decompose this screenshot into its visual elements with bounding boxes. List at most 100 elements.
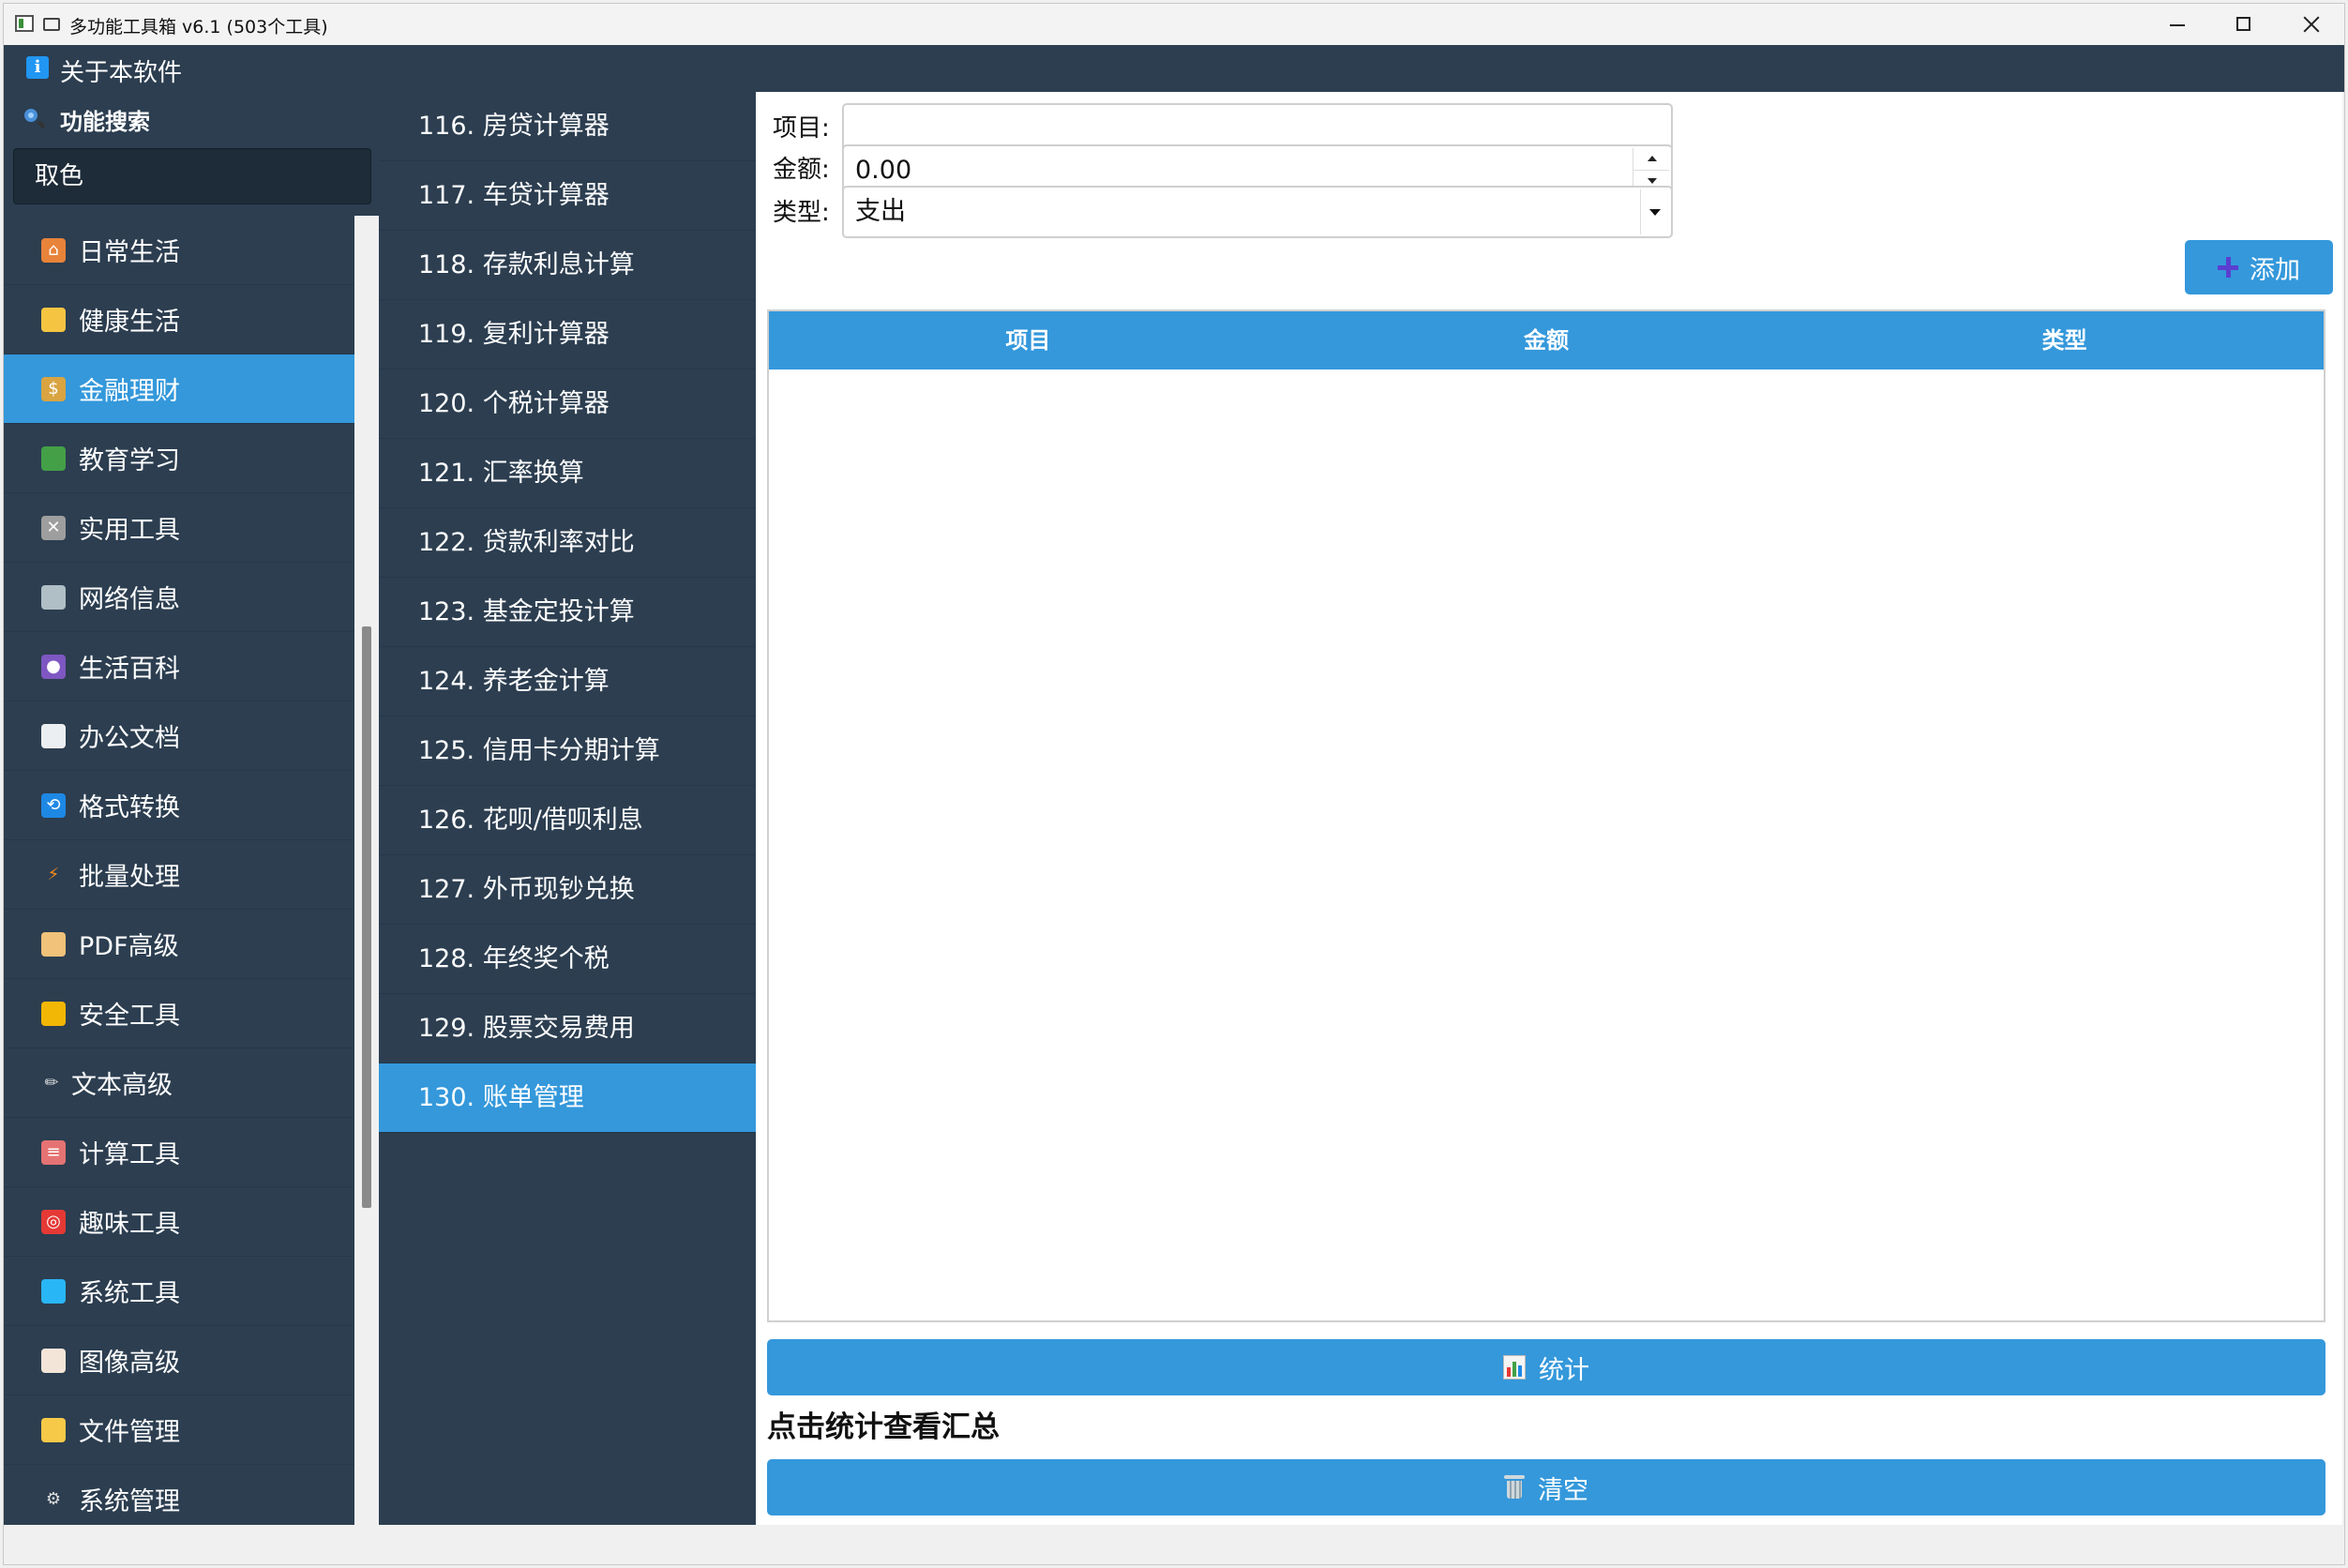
clear-button[interactable]: 清空 xyxy=(767,1459,2325,1515)
sidebar-item-label: 系统管理 xyxy=(79,1487,180,1516)
sidebar-item-2[interactable]: $ 金融理财 xyxy=(4,354,354,424)
sidebar-item-label: 教育学习 xyxy=(79,446,180,475)
summary-text: 点击统计查看汇总 xyxy=(767,1410,1000,1444)
sidebar-item-label: 趣味工具 xyxy=(79,1210,180,1239)
column-header[interactable]: 金额 xyxy=(1287,311,1806,369)
sidebar-item-11[interactable]: 安全工具 xyxy=(4,979,354,1048)
bill-manager-panel: 项目: 金额: 0.00 类型: 支出 添加 项目 金额 类型 统计 点击统计查… xyxy=(756,92,2342,1525)
books-icon xyxy=(41,445,66,471)
money-bag-icon: $ xyxy=(41,376,66,401)
minimize-button[interactable] xyxy=(2142,4,2209,45)
abacus-icon: ≡ xyxy=(41,1139,66,1165)
scrollbar-thumb[interactable] xyxy=(362,626,371,1208)
type-select[interactable]: 支出 xyxy=(842,186,1673,238)
magnifier-icon xyxy=(24,109,38,122)
sidebar-item-4[interactable]: ✕ 实用工具 xyxy=(4,493,354,563)
stats-button-label: 统计 xyxy=(1539,1355,1589,1385)
column-header[interactable]: 项目 xyxy=(769,311,1287,369)
sidebar-item-14[interactable]: ◎ 趣味工具 xyxy=(4,1187,354,1257)
tool-item[interactable]: 120. 个税计算器 xyxy=(379,369,756,439)
sidebar-item-label: 安全工具 xyxy=(79,1002,180,1031)
status-bar xyxy=(4,1525,2344,1564)
sidebar-item-label: 实用工具 xyxy=(79,516,180,545)
sidebar-item-label: 文本高级 xyxy=(71,1071,173,1100)
monitor-icon xyxy=(41,1278,66,1304)
type-value: 支出 xyxy=(855,197,906,226)
tool-item[interactable]: 127. 外币现钞兑换 xyxy=(379,855,756,925)
category-sidebar: 功能搜索 取色 ⌂ 日常生活健康生活 $ 金融理财教育学习 ✕ 实用工具 网络信息 ● 生活百科… xyxy=(4,92,379,1525)
chevron-down-icon[interactable] xyxy=(1640,189,1669,234)
about-menu-item[interactable]: 关于本软件 xyxy=(60,53,182,88)
close-button[interactable] xyxy=(2277,4,2344,45)
sidebar-item-label: 健康生活 xyxy=(79,308,180,337)
target-icon: ◎ xyxy=(41,1209,66,1234)
sidebar-item-13[interactable]: ≡ 计算工具 xyxy=(4,1118,354,1187)
title-bar: 多功能工具箱 v6.1 (503个工具) xyxy=(4,4,2344,46)
clipboard-icon xyxy=(41,931,66,957)
tool-list: 116. 房贷计算器 117. 车贷计算器 118. 存款利息计算 119. 复利计算… xyxy=(379,92,756,1525)
tool-item[interactable]: 126. 花呗/借呗利息 xyxy=(379,786,756,855)
bill-table[interactable]: 项目 金额 类型 xyxy=(767,309,2325,1322)
stats-button[interactable]: 统计 xyxy=(767,1339,2325,1395)
add-button-label: 添加 xyxy=(2250,255,2300,285)
tool-item[interactable]: 128. 年终奖个税 xyxy=(379,925,756,994)
sidebar-item-label: 生活百科 xyxy=(79,655,180,684)
item-label: 项目: xyxy=(773,114,830,143)
folder-icon xyxy=(41,1417,66,1442)
sidebar-item-7[interactable]: 办公文档 xyxy=(4,701,354,771)
document-icon xyxy=(41,723,66,748)
sidebar-item-15[interactable]: 系统工具 xyxy=(4,1257,354,1326)
tool-item[interactable]: 130. 账单管理 xyxy=(379,1063,756,1133)
sidebar-item-6[interactable]: ● 生活百科 xyxy=(4,632,354,701)
amount-value: 0.00 xyxy=(855,156,912,185)
tool-item[interactable]: 129. 股票交易费用 xyxy=(379,994,756,1063)
sidebar-item-1[interactable]: 健康生活 xyxy=(4,285,354,354)
category-scrollbar[interactable] xyxy=(354,216,379,1525)
app-icon xyxy=(15,15,34,32)
sidebar-item-16[interactable]: 图像高级 xyxy=(4,1326,354,1395)
tool-item[interactable]: 117. 车贷计算器 xyxy=(379,161,756,231)
tool-item[interactable]: 123. 基金定投计算 xyxy=(379,578,756,647)
sidebar-item-label: 日常生活 xyxy=(79,238,180,267)
tool-item[interactable]: 118. 存款利息计算 xyxy=(379,231,756,300)
sidebar-item-label: 办公文档 xyxy=(79,724,180,753)
bubble-icon: ● xyxy=(41,654,66,679)
search-label: 功能搜索 xyxy=(60,109,150,135)
lock-icon xyxy=(41,1001,66,1026)
tool-item[interactable]: 121. 汇率换算 xyxy=(379,439,756,508)
sidebar-item-label: PDF高级 xyxy=(79,932,179,961)
amount-label: 金额: xyxy=(773,156,830,184)
type-label: 类型: xyxy=(773,199,830,227)
column-header[interactable]: 类型 xyxy=(1805,311,2324,369)
stepper-up-icon[interactable] xyxy=(1648,156,1657,161)
palette-icon xyxy=(41,1348,66,1373)
toolbox-icon xyxy=(43,18,60,31)
tool-item[interactable]: 119. 复利计算器 xyxy=(379,300,756,369)
tool-item[interactable]: 116. 房贷计算器 xyxy=(379,92,756,161)
tool-item[interactable]: 125. 信用卡分期计算 xyxy=(379,716,756,786)
sidebar-item-9[interactable]: ⚡ 批量处理 xyxy=(4,840,354,910)
sidebar-item-10[interactable]: PDF高级 xyxy=(4,910,354,979)
sidebar-item-label: 格式转换 xyxy=(79,793,180,822)
search-input[interactable]: 取色 xyxy=(13,148,371,204)
sidebar-item-label: 计算工具 xyxy=(79,1140,180,1169)
stepper-down-icon[interactable] xyxy=(1648,178,1657,184)
app-window: 多功能工具箱 v6.1 (503个工具) i 关于本软件 功能搜索 取色 ⌂ 日常… xyxy=(3,3,2345,1565)
pencil-icon: ✏ xyxy=(44,1073,59,1093)
plus-icon xyxy=(2218,257,2238,278)
sidebar-item-17[interactable]: 文件管理 xyxy=(4,1395,354,1465)
sidebar-item-3[interactable]: 教育学习 xyxy=(4,424,354,493)
trash-icon xyxy=(1504,1475,1525,1500)
sidebar-item-8[interactable]: ⟲ 格式转换 xyxy=(4,771,354,840)
tool-item[interactable]: 124. 养老金计算 xyxy=(379,647,756,716)
flexed-arm-icon xyxy=(41,307,66,332)
sidebar-item-5[interactable]: 网络信息 xyxy=(4,563,354,632)
maximize-button[interactable] xyxy=(2209,4,2277,45)
sidebar-item-18[interactable]: ⚙ 系统管理 xyxy=(4,1465,354,1525)
tool-item[interactable]: 122. 贷款利率对比 xyxy=(379,508,756,578)
add-button[interactable]: 添加 xyxy=(2185,240,2333,294)
sidebar-item-12[interactable]: ✏ 文本高级 xyxy=(4,1048,354,1118)
table-header: 项目 金额 类型 xyxy=(769,311,2324,369)
window-title: 多功能工具箱 v6.1 (503个工具) xyxy=(69,17,328,38)
sidebar-item-0[interactable]: ⌂ 日常生活 xyxy=(4,216,354,285)
